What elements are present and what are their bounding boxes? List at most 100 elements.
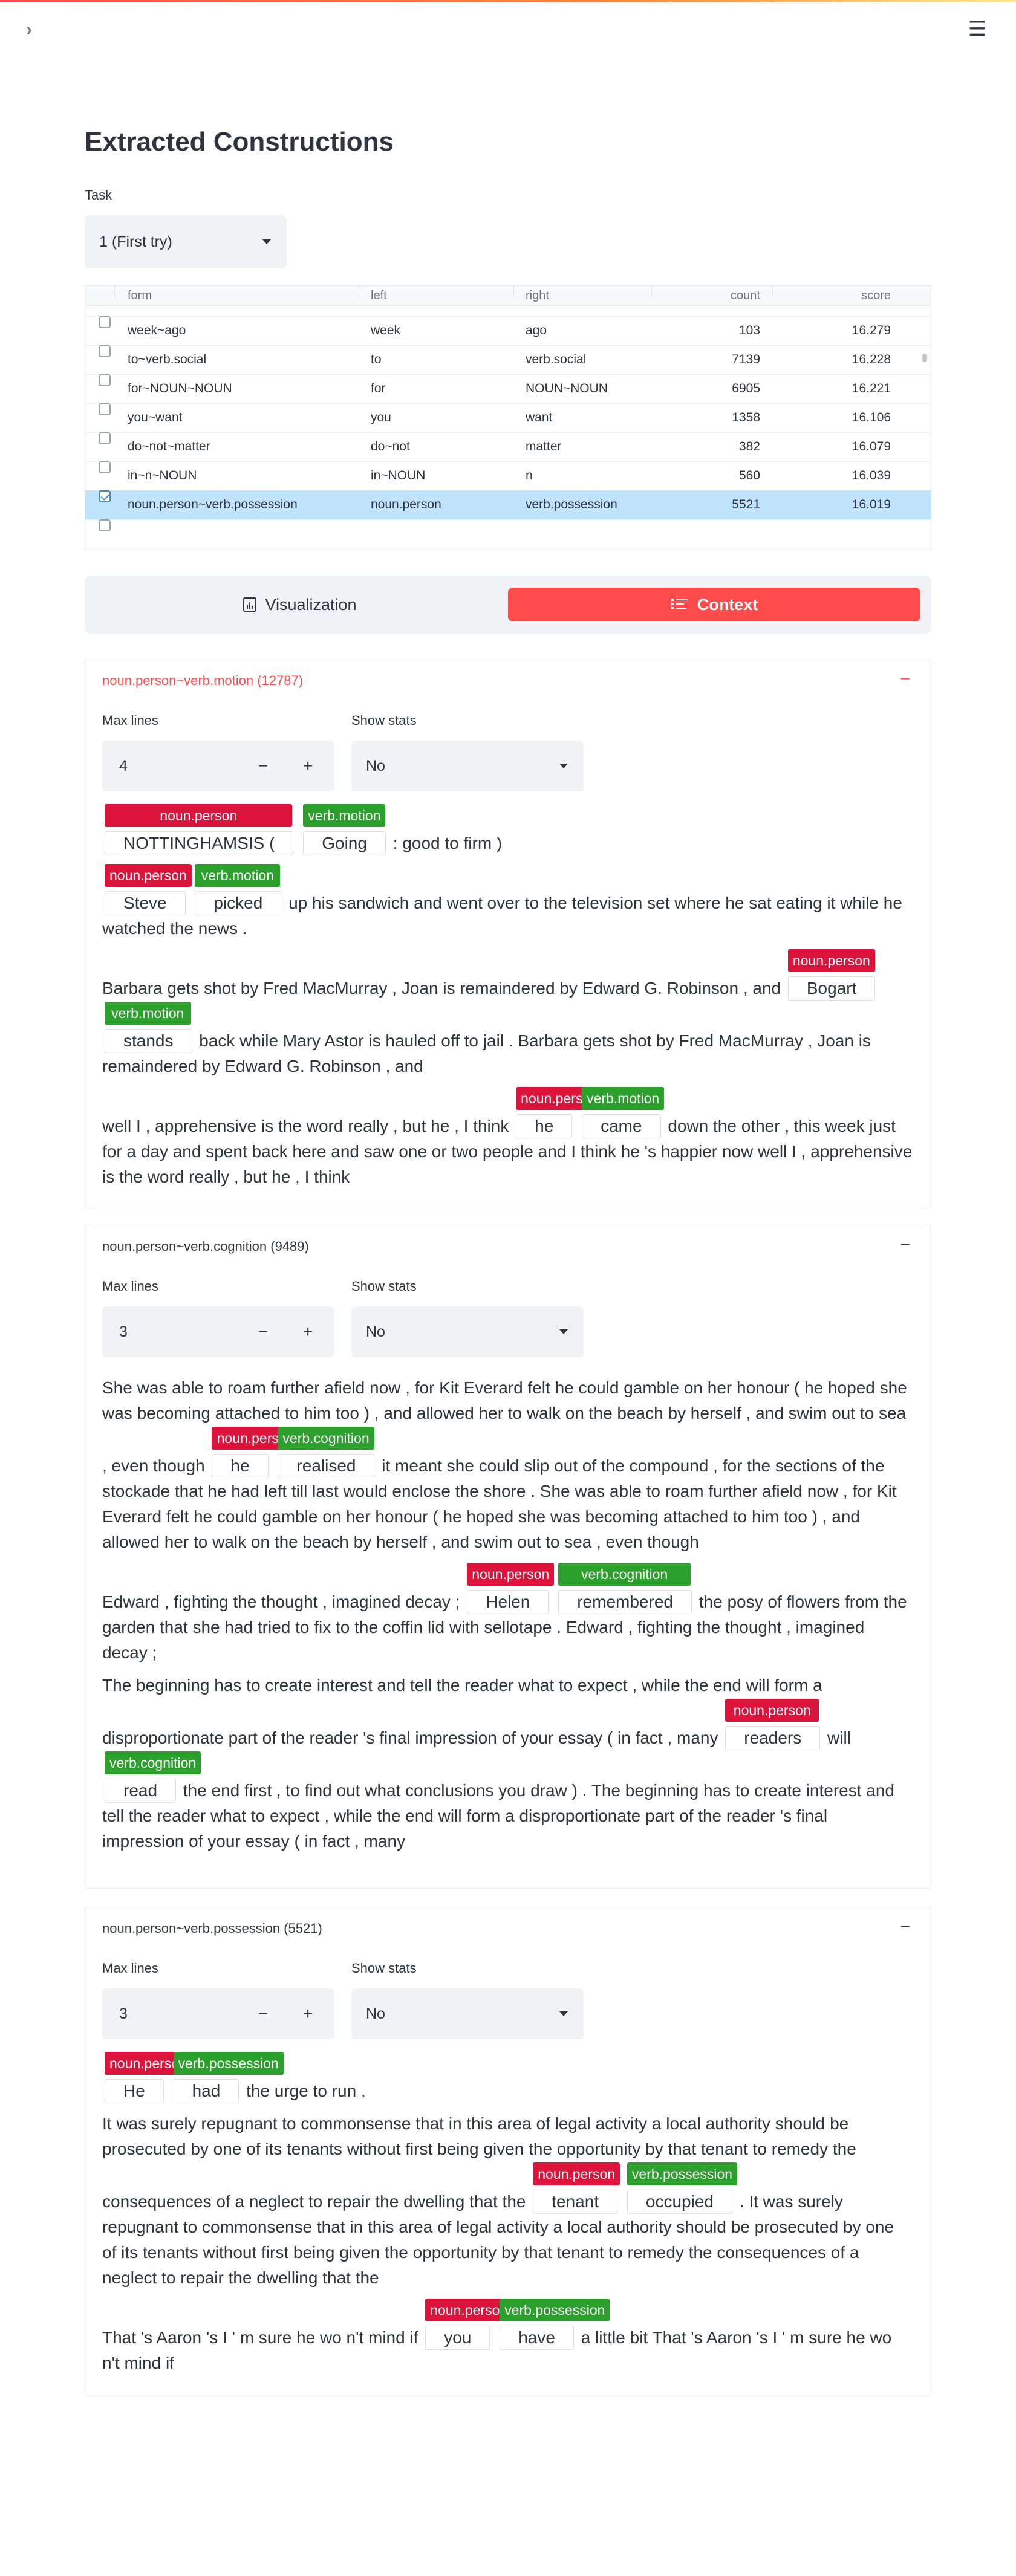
tag-verb: verb.possession	[173, 2052, 284, 2075]
column-divider	[772, 286, 773, 298]
row-checkbox[interactable]	[99, 519, 111, 531]
row-checkbox[interactable]	[99, 316, 111, 328]
cell-form: you~want	[128, 410, 183, 424]
table-row-partial	[85, 305, 931, 317]
show-stats-select[interactable]: No	[351, 741, 584, 791]
tag-verb: verb.cognition	[558, 1563, 691, 1586]
table-row-selected[interactable]: noun.person~verb.possession noun.person …	[85, 490, 931, 520]
context-pre: Barbara gets shot by Fred MacMurray , Jo…	[102, 979, 781, 998]
task-select-value: 1 (First try)	[99, 233, 172, 250]
context-line: noun.person He verb.possession had the urg…	[102, 2051, 913, 2104]
show-stats-value: No	[366, 757, 385, 774]
collapse-icon[interactable]: −	[900, 1917, 910, 1936]
context-mid: will	[827, 1728, 851, 1747]
expander-title[interactable]: noun.person~verb.possession (5521)	[102, 1921, 322, 1936]
token-text: NOTTINGHAMSIS (	[123, 834, 275, 852]
column-header-form[interactable]: form	[128, 286, 152, 305]
max-lines-input[interactable]: 3 − +	[102, 1306, 334, 1357]
tab-context[interactable]: Context	[508, 588, 920, 621]
token-verb: verb.cognition remembered	[558, 1563, 692, 1614]
expander-verb-motion: noun.person~verb.motion (12787) − Max li…	[85, 658, 931, 1209]
table-scrollbar[interactable]	[922, 354, 927, 362]
cell-count: 382	[738, 440, 760, 453]
collapse-icon[interactable]: −	[900, 669, 910, 689]
column-header-count[interactable]: count	[731, 286, 760, 305]
increment-icon[interactable]: +	[303, 1306, 313, 1357]
chevron-down-icon	[262, 239, 271, 244]
cell-left: do~not	[371, 440, 410, 453]
tab-visualization[interactable]: Visualization	[96, 588, 504, 621]
constructions-table[interactable]: form left right count score week~ago wee…	[85, 285, 931, 551]
max-lines-value: 4	[119, 758, 128, 774]
tag-verb: verb.motion	[195, 864, 281, 887]
context-line: Barbara gets shot by Fred MacMurray , Jo…	[102, 949, 913, 1079]
table-row[interactable]: week~ago week ago 103 16.279	[85, 316, 931, 346]
max-lines-input[interactable]: 4 − +	[102, 741, 334, 791]
tag-noun: noun.person	[467, 1563, 555, 1586]
view-tabs: Visualization Context	[85, 576, 931, 634]
decrement-icon[interactable]: −	[258, 1988, 268, 2039]
increment-icon[interactable]: +	[303, 741, 313, 791]
column-header-right[interactable]: right	[526, 286, 549, 305]
cell-score: 16.228	[852, 352, 891, 366]
token-text: picked	[213, 894, 263, 912]
decrement-icon[interactable]: −	[258, 1306, 268, 1357]
context-list: noun.person NOTTINGHAMSIS ( verb.motion Go…	[102, 803, 913, 1197]
cell-left: in~NOUN	[371, 469, 426, 482]
expander-title[interactable]: noun.person~verb.cognition (9489)	[102, 1239, 309, 1254]
token-noun: noun.person he	[212, 1427, 299, 1478]
row-checkbox[interactable]	[99, 345, 111, 357]
max-lines-input[interactable]: 3 − +	[102, 1988, 334, 2039]
collapse-icon[interactable]: −	[900, 1235, 910, 1254]
token-text: Steve	[123, 894, 167, 912]
row-checkbox-checked[interactable]	[99, 490, 111, 502]
decrement-icon[interactable]: −	[258, 741, 268, 791]
row-checkbox[interactable]	[99, 374, 111, 386]
token-noun: noun.person Bogart	[787, 949, 876, 1001]
tag-verb: verb.motion	[303, 804, 386, 827]
context-line: That 's Aaron 's I ' m sure he wo n't mi…	[102, 2298, 913, 2376]
row-checkbox[interactable]	[99, 403, 111, 415]
token-verb: verb.possession had	[173, 2052, 284, 2103]
expander-title[interactable]: noun.person~verb.motion (12787)	[102, 673, 303, 689]
token-verb: verb.possession have	[500, 2299, 610, 2350]
cell-score: 16.221	[852, 381, 891, 395]
context-pre: well I , apprehensive is the word really…	[102, 1117, 509, 1135]
cell-count: 103	[738, 323, 760, 337]
show-stats-select[interactable]: No	[351, 1988, 584, 2039]
token-text: he	[230, 1456, 250, 1475]
row-checkbox[interactable]	[99, 432, 111, 444]
table-row[interactable]: do~not~matter do~not matter 382 16.079	[85, 432, 931, 462]
table-row[interactable]: in~n~NOUN in~NOUN n 560 16.039	[85, 461, 931, 491]
token-verb: verb.motion came	[582, 1087, 665, 1138]
cell-score: 16.079	[852, 440, 891, 453]
cell-count: 1358	[732, 410, 760, 424]
column-divider	[651, 286, 652, 298]
show-stats-value: No	[366, 2005, 385, 2022]
column-header-score[interactable]: score	[861, 286, 891, 305]
token-text: stands	[123, 1031, 174, 1050]
token-text: read	[123, 1781, 158, 1800]
cell-form: in~n~NOUN	[128, 469, 197, 482]
cell-form: to~verb.social	[128, 352, 207, 366]
table-row[interactable]: you~want you want 1358 16.106	[85, 403, 931, 433]
column-header-left[interactable]: left	[371, 286, 387, 305]
context-post: the end first , to find out what conclus…	[102, 1781, 895, 1851]
show-stats-select[interactable]: No	[351, 1306, 584, 1357]
table-row-partial	[85, 519, 931, 549]
cell-right: NOUN~NOUN	[526, 381, 608, 395]
row-checkbox[interactable]	[99, 461, 111, 473]
tag-verb: verb.possession	[500, 2299, 610, 2321]
table-body: week~ago week ago 103 16.279 to~verb.soc…	[85, 305, 931, 551]
cell-right: matter	[526, 440, 562, 453]
task-select[interactable]: 1 (First try)	[85, 215, 287, 268]
table-row[interactable]: to~verb.social to verb.social 7139 16.22…	[85, 345, 931, 375]
increment-icon[interactable]: +	[303, 1988, 313, 2039]
sidebar-toggle-chevron-icon[interactable]: ›	[17, 17, 41, 41]
table-row[interactable]: for~NOUN~NOUN for NOUN~NOUN 6905 16.221	[85, 374, 931, 404]
max-lines-label: Max lines	[102, 713, 158, 728]
token-noun: noun.person he	[516, 1087, 604, 1138]
tab-visualization-label: Visualization	[265, 595, 357, 614]
hamburger-menu-icon[interactable]: ☰	[965, 17, 989, 41]
tag-verb: verb.cognition	[105, 1751, 201, 1774]
